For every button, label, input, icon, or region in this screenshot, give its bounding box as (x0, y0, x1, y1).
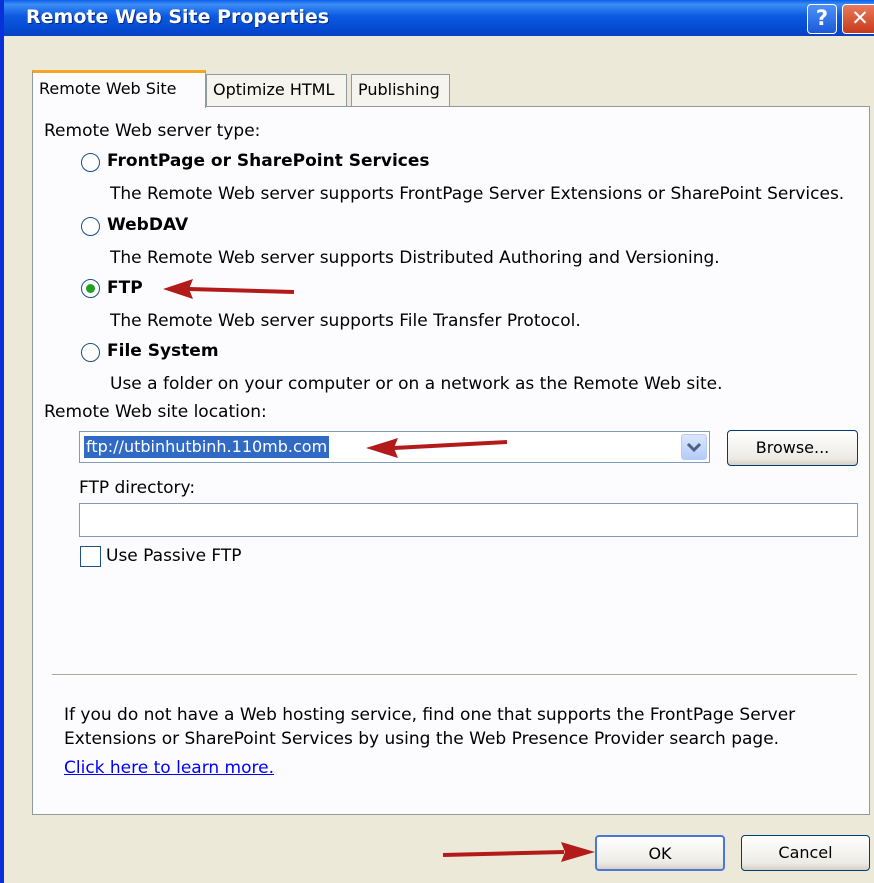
passive-ftp-checkbox[interactable] (80, 546, 101, 567)
passive-ftp-label[interactable]: Use Passive FTP (106, 546, 242, 566)
tab-label: Remote Web Site (39, 79, 177, 98)
tab-label: Publishing (358, 80, 440, 99)
option-description-frontpage: The Remote Web server supports FrontPage… (110, 184, 845, 204)
cancel-button[interactable]: Cancel (741, 835, 870, 871)
title-bar[interactable]: Remote Web Site Properties ? ✕ (4, 0, 874, 36)
window-title: Remote Web Site Properties (26, 6, 330, 28)
dialog-window: Remote Web Site Properties ? ✕ Remote We… (0, 0, 874, 883)
location-value: ftp://utbinhutbinh.110mb.com (84, 436, 330, 458)
option-description-ftp: The Remote Web server supports File Tran… (110, 311, 581, 331)
tab-optimize-html[interactable]: Optimize HTML (206, 74, 347, 106)
ok-button[interactable]: OK (595, 835, 725, 871)
help-button[interactable]: ? (807, 4, 837, 34)
ftp-directory-input[interactable] (79, 503, 858, 537)
tab-publishing[interactable]: Publishing (351, 74, 450, 106)
info-text-line1: If you do not have a Web hosting service… (64, 705, 796, 725)
radio-ftp[interactable] (81, 279, 100, 298)
annotation-arrow-ftp (163, 279, 295, 299)
annotation-arrow-location (366, 438, 508, 458)
tab-label: Optimize HTML (213, 80, 335, 99)
radio-selected-dot (86, 284, 95, 293)
ftp-directory-label: FTP directory: (79, 478, 196, 498)
location-label: Remote Web site location: (44, 402, 267, 422)
option-label-webdav[interactable]: WebDAV (107, 215, 188, 235)
option-description-file-system: Use a folder on your computer or on a ne… (110, 374, 723, 394)
dropdown-button[interactable] (681, 434, 707, 460)
divider (52, 674, 857, 676)
option-description-webdav: The Remote Web server supports Distribut… (110, 248, 720, 268)
chevron-down-icon (686, 442, 702, 453)
tab-remote-web-site[interactable]: Remote Web Site (32, 70, 206, 108)
radio-frontpage[interactable] (81, 153, 100, 172)
annotation-arrow-ok (442, 842, 595, 862)
radio-file-system[interactable] (81, 343, 100, 362)
option-label-file-system[interactable]: File System (107, 341, 219, 361)
info-text-line2: Extensions or SharePoint Services by usi… (64, 729, 780, 749)
server-type-heading: Remote Web server type: (44, 121, 261, 141)
close-button[interactable]: ✕ (842, 4, 874, 34)
browse-button[interactable]: Browse... (727, 430, 858, 466)
learn-more-link[interactable]: Click here to learn more. (64, 758, 274, 778)
radio-webdav[interactable] (81, 217, 100, 236)
option-label-ftp[interactable]: FTP (107, 278, 143, 298)
option-label-frontpage[interactable]: FrontPage or SharePoint Services (107, 151, 430, 171)
